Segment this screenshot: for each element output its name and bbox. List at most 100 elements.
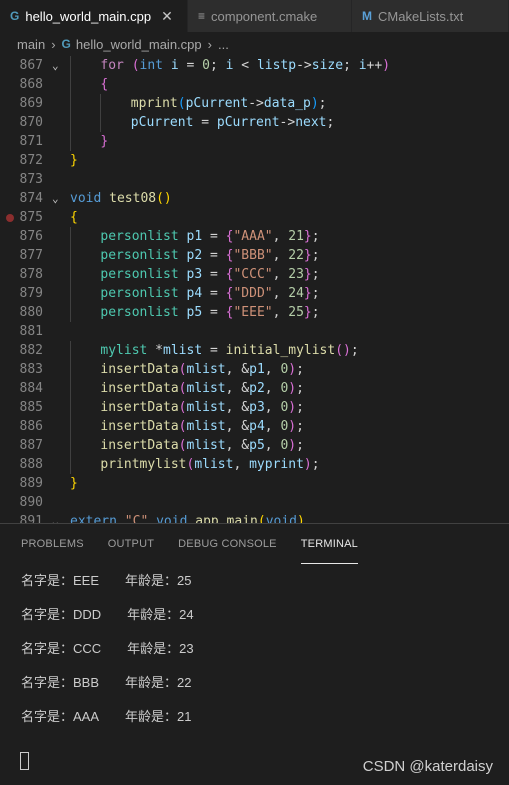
code-token: app_main: [195, 514, 258, 523]
code-token: printmylist: [100, 457, 187, 472]
code-line[interactable]: 881: [0, 322, 509, 341]
code-token: }: [70, 476, 78, 491]
code-line[interactable]: 876 personlist p1 = {"AAA", 21};: [0, 227, 509, 246]
terminal-output[interactable]: 名字是：EEE 年龄是：25 名字是：DDD 年龄是：24 名字是：CCC 年龄是：23 名…: [0, 564, 509, 734]
code-line[interactable]: 879 personlist p4 = {"DDD", 24};: [0, 284, 509, 303]
indent-guide: [70, 341, 71, 360]
code-line[interactable]: 885 insertData(mlist, &p3, 0);: [0, 398, 509, 417]
code-line[interactable]: 889}: [0, 474, 509, 493]
close-icon[interactable]: ✕: [161, 8, 173, 25]
code-token: p1: [249, 362, 265, 377]
tab-component-cmake[interactable]: ≡ component.cmake: [188, 0, 352, 32]
tab-label: hello_world_main.cpp: [25, 8, 152, 24]
code-line[interactable]: 871}: [0, 132, 509, 151]
code-line[interactable]: 878 personlist p3 = {"CCC", 23};: [0, 265, 509, 284]
code-token: "DDD": [233, 286, 273, 301]
panel-tab-problems[interactable]: PROBLEMS: [21, 524, 84, 564]
line-number: 889: [19, 476, 43, 491]
code-line[interactable]: 887 insertData(mlist, &p5, 0);: [0, 436, 509, 455]
code-line[interactable]: 867 ⌄ for (int i = 0; i < listp->size; i++…: [0, 56, 509, 75]
terminal-age-text: 年龄是：25: [125, 573, 192, 588]
code-token: {: [100, 77, 109, 92]
code-token: ,: [233, 457, 250, 472]
code-token: ,: [272, 248, 289, 263]
code-text: insertData(mlist, &p2, 0);: [100, 379, 304, 398]
panel-tab-terminal[interactable]: TERMINAL: [300, 524, 358, 564]
code-token: }: [303, 305, 312, 320]
code-token: ): [303, 457, 312, 472]
code-text: void test08(): [70, 189, 172, 208]
fold-chevron-icon[interactable]: ⌄: [52, 189, 59, 208]
code-token: personlist: [100, 248, 179, 263]
code-editor[interactable]: 867 ⌄ for (int i = 0; i < listp->size; i++…: [0, 56, 509, 523]
code-token: (: [178, 438, 187, 453]
indent-guide: [70, 246, 71, 265]
code-token: 23: [288, 267, 304, 282]
code-line[interactable]: 886 insertData(mlist, &p4, 0);: [0, 417, 509, 436]
code-token: int: [139, 58, 164, 73]
panel-tab-bar: PROBLEMS OUTPUT DEBUG CONSOLE TERMINAL: [0, 524, 509, 564]
code-token: ,: [264, 381, 281, 396]
code-line[interactable]: 888 printmylist(mlist, myprint);: [0, 455, 509, 474]
fold-chevron-icon[interactable]: ⌄: [52, 56, 59, 75]
code-token: =: [202, 267, 226, 282]
code-token: }: [303, 248, 312, 263]
line-number: 872: [19, 153, 43, 168]
code-line[interactable]: 870 pCurrent = pCurrent->next;: [0, 113, 509, 132]
code-text: personlist p5 = {"EEE", 25};: [100, 303, 319, 322]
code-text: }: [70, 151, 78, 170]
code-token: ;: [326, 115, 335, 130]
breadcrumb-item-file[interactable]: hello_world_main.cpp: [76, 37, 202, 52]
code-token: ): [288, 381, 297, 396]
indent-guide: [70, 360, 71, 379]
code-token: =: [202, 248, 226, 263]
breadcrumb-item-symbol[interactable]: ...: [218, 37, 229, 52]
code-line[interactable]: 874 ⌄ void test08(): [0, 189, 509, 208]
line-number: 885: [19, 400, 43, 415]
line-number: 886: [19, 419, 43, 434]
panel-tab-output[interactable]: OUTPUT: [108, 524, 154, 564]
code-token: mlist: [186, 438, 226, 453]
code-token: void: [70, 191, 102, 206]
line-number: 874: [19, 191, 43, 206]
tab-cmakelists[interactable]: M CMakeLists.txt: [352, 0, 509, 32]
code-line[interactable]: 869 mprint(pCurrent->data_p);: [0, 94, 509, 113]
code-token: p2: [186, 248, 203, 263]
code-token: extern: [70, 514, 117, 523]
code-token: p3: [186, 267, 203, 282]
line-number: 867: [19, 58, 43, 73]
fold-chevron-icon[interactable]: ⌄: [52, 512, 59, 523]
panel-tab-debug-console[interactable]: DEBUG CONSOLE: [178, 524, 277, 564]
code-token: next: [295, 115, 327, 130]
code-line[interactable]: 877 personlist p2 = {"BBB", 22};: [0, 246, 509, 265]
terminal-name-text: 名字是：EEE: [21, 573, 100, 588]
code-token: (: [131, 58, 140, 73]
code-token: "EEE": [233, 305, 273, 320]
code-line[interactable]: 884 insertData(mlist, &p2, 0);: [0, 379, 509, 398]
code-token: (): [156, 191, 172, 206]
line-number: 881: [19, 324, 43, 339]
code-line[interactable]: 883 insertData(mlist, &p1, 0);: [0, 360, 509, 379]
code-token: (: [257, 514, 266, 523]
indent-guide: [70, 75, 71, 94]
terminal-cursor: [20, 752, 29, 770]
code-line[interactable]: 875 {: [0, 208, 509, 227]
code-token: <: [233, 58, 257, 73]
code-token: ;: [343, 58, 359, 73]
code-line[interactable]: 872}: [0, 151, 509, 170]
code-line[interactable]: 868 {: [0, 75, 509, 94]
code-line[interactable]: 891 ⌄ extern "C" void app_main(void): [0, 512, 509, 523]
code-token: ,: [272, 286, 289, 301]
code-token: initial_mylist: [225, 343, 336, 358]
code-token: (: [177, 96, 186, 111]
code-line[interactable]: 882 mylist *mlist = initial_mylist();: [0, 341, 509, 360]
tab-hello-world-main[interactable]: G hello_world_main.cpp ✕: [0, 0, 188, 32]
code-line[interactable]: 890: [0, 493, 509, 512]
code-line[interactable]: 880 personlist p5 = {"EEE", 25};: [0, 303, 509, 322]
code-line[interactable]: 873: [0, 170, 509, 189]
breadcrumb-item-main[interactable]: main: [17, 37, 45, 52]
